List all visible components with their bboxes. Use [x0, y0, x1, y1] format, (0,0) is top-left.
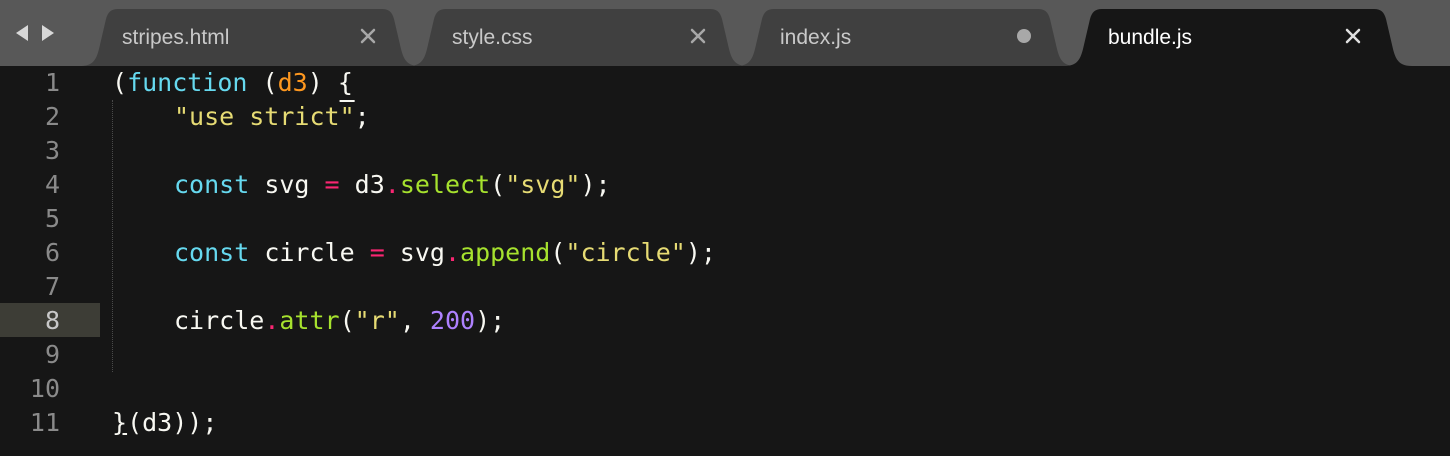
code-token: (	[112, 68, 128, 97]
operator-token: .	[264, 306, 280, 335]
code-line[interactable]	[112, 134, 716, 168]
tab-navigation	[12, 22, 62, 44]
operator-token: =	[324, 170, 340, 199]
code-token: ) {	[307, 68, 353, 97]
line-number: 7	[44, 272, 60, 301]
string-token: "use strict	[174, 102, 340, 131]
function-token: select	[399, 170, 491, 199]
line-number: 6	[44, 238, 60, 267]
code-token: (	[490, 170, 506, 199]
function-token: append	[460, 238, 551, 267]
back-arrow-icon[interactable]	[12, 22, 32, 44]
function-token: attr	[279, 306, 340, 335]
keyword-token: function	[127, 68, 248, 97]
code-token: ,	[399, 306, 430, 335]
tab-stripes-html[interactable]: stripes.html	[80, 9, 420, 66]
tab-label: stripes.html	[122, 26, 230, 49]
close-icon[interactable]	[1341, 24, 1365, 48]
code-token: circle	[174, 306, 265, 335]
code-line[interactable]	[112, 202, 716, 236]
tab-bar: stripes.html style.css index.js bundle.j…	[0, 0, 1450, 66]
string-token: "	[339, 102, 355, 131]
code-token: ;	[354, 102, 370, 131]
close-icon[interactable]	[356, 24, 380, 48]
line-number: 10	[29, 374, 60, 403]
operator-token: .	[444, 238, 461, 267]
code-token: d3	[339, 170, 385, 199]
string-token: "r"	[354, 306, 400, 335]
string-token: "svg"	[505, 170, 581, 199]
number-token: 200	[429, 306, 476, 335]
line-number: 5	[44, 204, 60, 233]
line-number: 4	[44, 170, 60, 199]
code-line[interactable]: const circle = svg.append("circle");	[112, 236, 716, 270]
line-number: 3	[44, 136, 60, 165]
line-number: 11	[29, 408, 60, 437]
keyword-token: const	[174, 170, 250, 199]
operator-token: =	[369, 238, 385, 267]
code-line[interactable]	[112, 372, 716, 406]
bracket-match-token: }	[112, 408, 128, 437]
code-line[interactable]: circle.attr("r", 200);	[112, 304, 716, 338]
code-line[interactable]: "use strict";	[112, 100, 716, 134]
code-line[interactable]: (function (d3) {	[112, 66, 716, 100]
code-token: (	[339, 306, 355, 335]
code-editor[interactable]: 1 2 3 4 5 6 7 8 9 10 11 (function (d3) {"use stric…	[0, 66, 1450, 456]
parameter-token: d3	[277, 68, 308, 97]
line-number: 2	[44, 102, 60, 131]
forward-arrow-icon[interactable]	[38, 22, 58, 44]
line-number-gutter: 1 2 3 4 5 6 7 8 9 10 11	[0, 66, 60, 440]
code-token: (	[550, 238, 566, 267]
code-token: svg	[249, 170, 325, 199]
code-token: circle	[249, 238, 370, 267]
code-token: (d3));	[127, 408, 218, 437]
line-number: 8	[44, 306, 60, 335]
code-token: );	[475, 306, 506, 335]
keyword-token: const	[174, 238, 250, 267]
tab-label: style.css	[452, 26, 533, 49]
code-line[interactable]: }(d3));	[112, 406, 716, 440]
code-token: svg	[384, 238, 445, 267]
code-token: );	[580, 170, 611, 199]
code-token: (	[262, 68, 278, 97]
code-line[interactable]	[112, 338, 716, 372]
tab-label: bundle.js	[1108, 26, 1193, 49]
string-token: "circle"	[565, 238, 686, 267]
tab-label: index.js	[780, 26, 852, 49]
tab-bundle-js[interactable]: bundle.js	[1064, 9, 1412, 66]
unsaved-dot-icon[interactable]	[1012, 24, 1036, 48]
operator-token: .	[384, 170, 400, 199]
code-line[interactable]: const svg = d3.select("svg");	[112, 168, 716, 202]
close-icon[interactable]	[686, 24, 710, 48]
code-area[interactable]: (function (d3) {"use strict"; const svg =…	[112, 66, 716, 440]
line-number: 9	[44, 340, 60, 369]
code-token: );	[685, 238, 716, 267]
tab-style-css[interactable]: style.css	[408, 9, 748, 66]
tab-index-js[interactable]: index.js	[736, 9, 1076, 66]
line-number: 1	[44, 68, 60, 97]
code-line[interactable]	[112, 270, 716, 304]
